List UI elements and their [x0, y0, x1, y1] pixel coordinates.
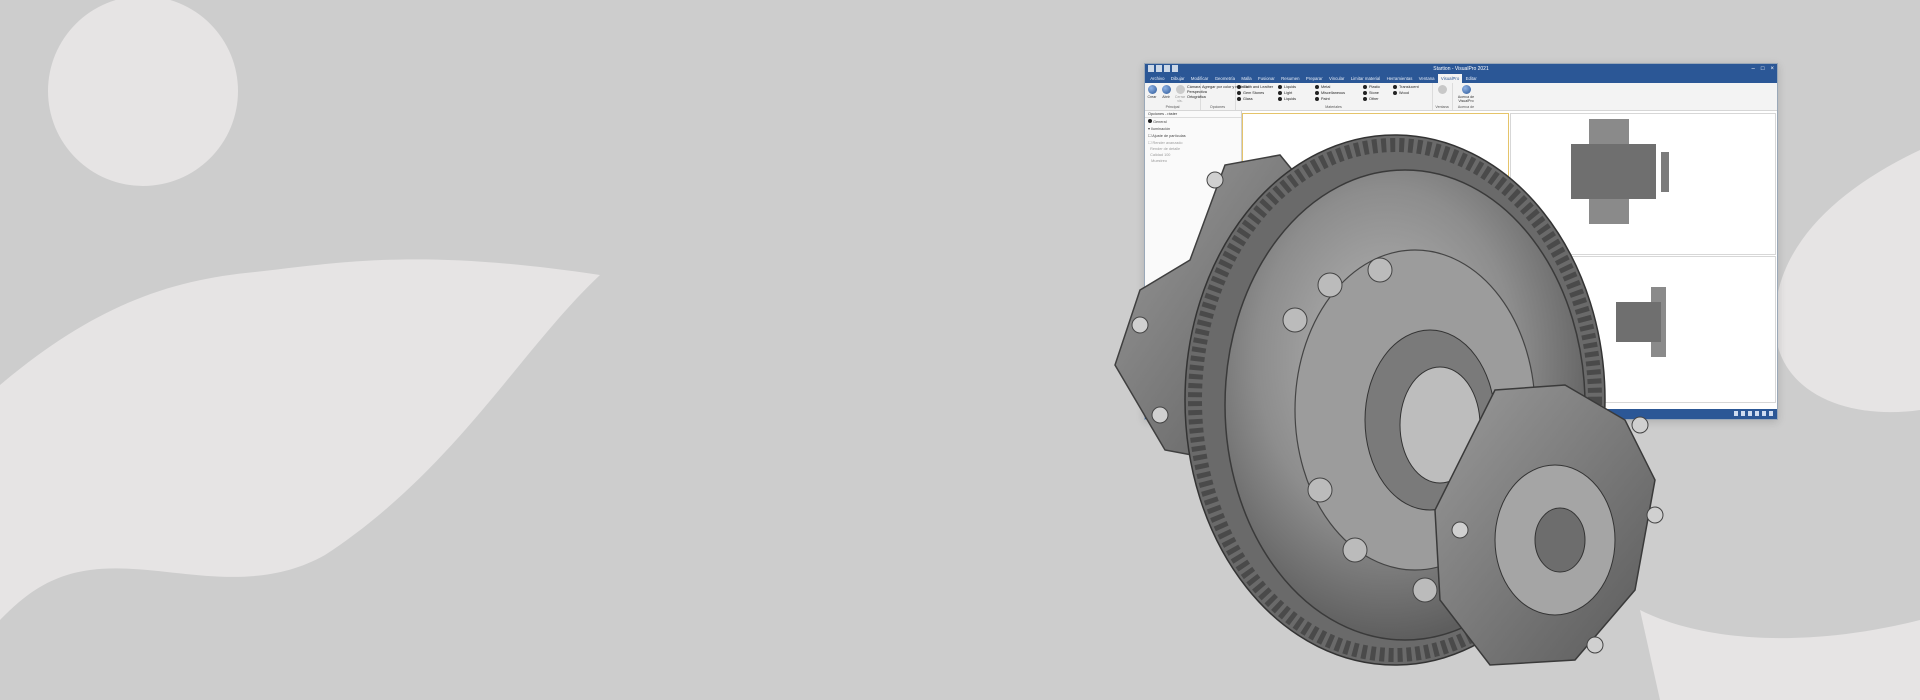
material-item[interactable]: Plastic	[1363, 85, 1380, 89]
ventana-button[interactable]	[1436, 85, 1448, 95]
ribbon-group-ventana: Ventana	[1432, 83, 1453, 110]
material-dot-icon	[1278, 91, 1282, 95]
abrir-button[interactable]: Abrir	[1160, 85, 1172, 99]
tab-limitar[interactable]: Limitar material	[1348, 74, 1384, 83]
material-item[interactable]: Gem Stones	[1237, 91, 1264, 95]
material-item[interactable]: Glass	[1237, 97, 1253, 101]
material-dot-icon	[1237, 91, 1241, 95]
tab-ventana[interactable]: Ventana	[1416, 74, 1438, 83]
ribbon-group-materiales: Cloth and Leather Gem Stones Glass Liqui…	[1235, 83, 1433, 110]
ribbon-group-principal: Crear Abrir Cerrar vis. Cámara Perspecti…	[1145, 83, 1207, 110]
group-label-opciones: Opciones	[1209, 105, 1226, 109]
material-item[interactable]: Liquids	[1278, 85, 1296, 89]
material-dot-icon	[1363, 85, 1367, 89]
material-dot-icon	[1315, 91, 1319, 95]
view-tools	[1734, 411, 1773, 416]
material-item[interactable]: Paint	[1315, 97, 1330, 101]
view-icon[interactable]	[1762, 411, 1766, 416]
material-item[interactable]: Stone	[1363, 91, 1379, 95]
decor-wave	[0, 259, 600, 620]
camara-label: Cámara	[1187, 85, 1201, 89]
window-gear-icon	[1437, 85, 1447, 94]
tab-resumen[interactable]: Resumen	[1278, 74, 1303, 83]
material-item[interactable]: Wood	[1393, 91, 1409, 95]
material-dot-icon	[1393, 91, 1397, 95]
tab-geometria[interactable]: Geometría	[1212, 74, 1239, 83]
material-dot-icon	[1315, 85, 1319, 89]
tab-archivo[interactable]: Archivo	[1147, 74, 1168, 83]
material-dot-icon	[1237, 85, 1241, 89]
window-title: Startion - VisualPro 2021	[1433, 66, 1489, 72]
group-label-materiales: Materiales	[1325, 105, 1342, 109]
tab-visualpro[interactable]: VisualPro	[1437, 74, 1463, 83]
ribbon: Crear Abrir Cerrar vis. Cámara Perspecti…	[1145, 83, 1777, 111]
open-render-icon	[1161, 85, 1171, 94]
crear-button[interactable]: Crear	[1146, 85, 1158, 99]
group-label-acerca: Acerca de	[1457, 105, 1475, 109]
panel-header: Opciones - ráster	[1145, 111, 1241, 118]
ribbon-group-opciones: Agregar por color y material Opciones	[1200, 83, 1249, 110]
maximize-icon[interactable]: □	[1761, 64, 1765, 74]
material-dot-icon	[1393, 85, 1397, 89]
tab-preparar[interactable]: Preparar	[1303, 74, 1326, 83]
tab-herramientas[interactable]: Herramientas	[1383, 74, 1415, 83]
ribbon-group-acerca: Acerca de VisualPro Acerca de	[1452, 83, 1480, 110]
tab-dibujar[interactable]: Dibujar	[1168, 74, 1188, 83]
gear-assembly-render	[1114, 134, 1664, 666]
group-label-ventana: Ventana	[1435, 105, 1449, 109]
close-render-icon	[1175, 85, 1185, 94]
cerrar-button[interactable]: Cerrar vis.	[1174, 85, 1186, 103]
material-item[interactable]: Translucent	[1393, 85, 1419, 89]
menu-bar: Archivo Dibujar Modificar Geometría Mall…	[1145, 74, 1777, 83]
material-item[interactable]: Liquids	[1278, 97, 1296, 101]
minimize-icon[interactable]: –	[1752, 64, 1755, 74]
material-dot-icon	[1315, 97, 1319, 101]
fit-icon[interactable]	[1755, 411, 1759, 416]
group-label-principal: Principal	[1165, 105, 1180, 109]
material-dot-icon	[1363, 91, 1367, 95]
tab-malla[interactable]: Malla	[1238, 74, 1255, 83]
tab-modificar[interactable]: Modificar	[1188, 74, 1212, 83]
tab-editar[interactable]: Editar	[1462, 74, 1480, 83]
decor-circle	[48, 0, 238, 186]
tab-vincular[interactable]: Vincular	[1326, 74, 1348, 83]
material-item[interactable]: Miscellaneous	[1315, 91, 1345, 95]
title-bar: Startion - VisualPro 2021 – □ ×	[1145, 64, 1777, 74]
material-dot-icon	[1278, 85, 1282, 89]
rotate-icon[interactable]	[1748, 411, 1752, 416]
material-item[interactable]: Other	[1363, 97, 1379, 101]
material-dot-icon	[1278, 97, 1282, 101]
tab-fusionar[interactable]: Fusionar	[1255, 74, 1278, 83]
acerca-button[interactable]: Acerca de VisualPro	[1455, 85, 1477, 103]
render-icon	[1147, 85, 1157, 94]
window-controls: – □ ×	[1752, 64, 1774, 74]
decor-right-arc	[1774, 150, 1920, 413]
material-dot-icon	[1237, 97, 1241, 101]
info-icon	[1461, 85, 1471, 94]
material-item[interactable]: Metal	[1315, 85, 1330, 89]
settings-icon[interactable]	[1769, 411, 1773, 416]
material-item[interactable]: Cloth and Leather	[1237, 85, 1273, 89]
close-icon[interactable]: ×	[1770, 64, 1774, 74]
material-dot-icon	[1363, 97, 1367, 101]
pan-icon[interactable]	[1741, 411, 1745, 416]
material-item[interactable]: Light	[1278, 91, 1292, 95]
